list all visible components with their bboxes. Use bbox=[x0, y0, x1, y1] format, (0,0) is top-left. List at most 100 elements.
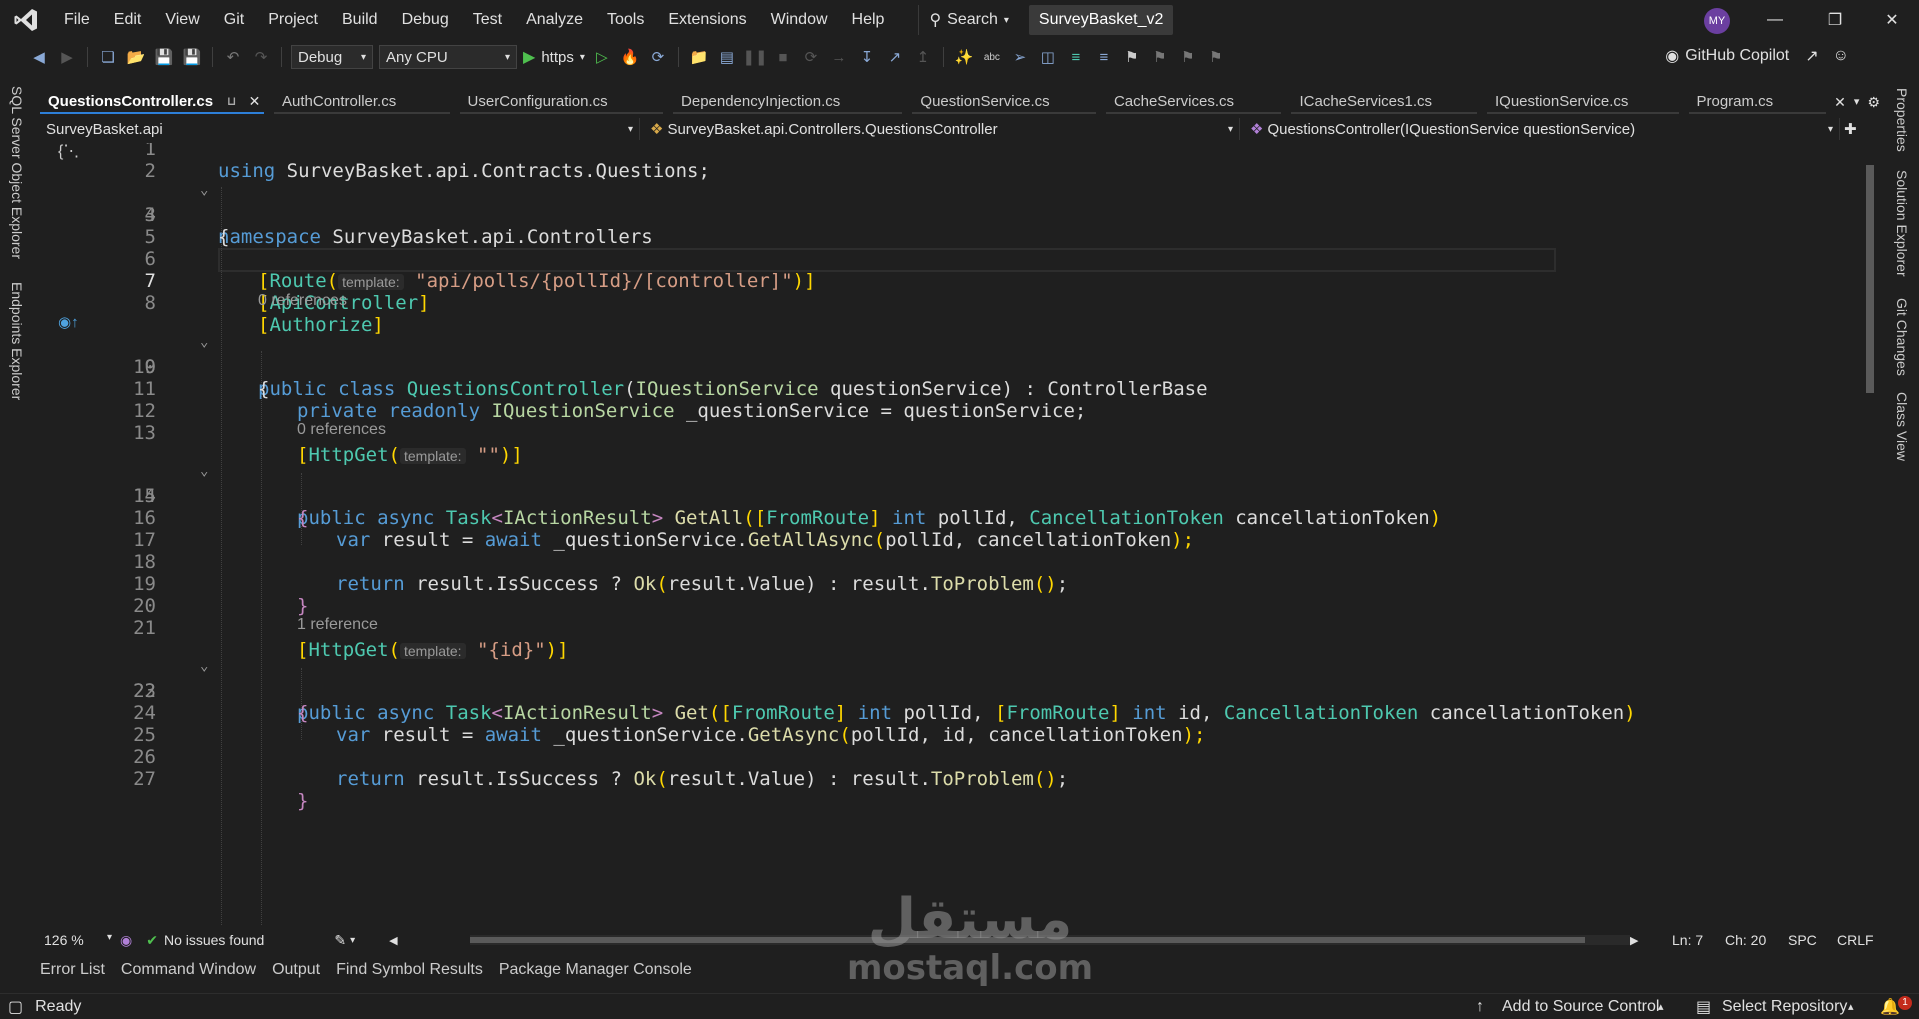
save-icon[interactable]: 💾 bbox=[153, 46, 175, 68]
step-into-icon[interactable]: ↧ bbox=[856, 46, 878, 68]
code-lens-references[interactable]: 1 reference bbox=[297, 616, 378, 636]
navigate-back-icon[interactable]: ◀ bbox=[28, 46, 50, 68]
split-editor-icon[interactable]: ✚ bbox=[1844, 120, 1857, 138]
hot-reload-icon[interactable]: 🔥 bbox=[619, 46, 641, 68]
menu-window[interactable]: Window bbox=[759, 0, 840, 40]
menu-test[interactable]: Test bbox=[461, 0, 514, 40]
close-icon[interactable]: ✕ bbox=[249, 93, 261, 110]
menu-edit[interactable]: Edit bbox=[102, 0, 154, 40]
platform-select[interactable]: Any CPU ▾ bbox=[379, 45, 517, 69]
close-window-button[interactable]: ✕ bbox=[1862, 0, 1919, 40]
step-over-icon[interactable]: → bbox=[828, 46, 850, 68]
indent-indicator[interactable]: SPC bbox=[1788, 932, 1817, 948]
class-view-tab[interactable]: Class View bbox=[1894, 392, 1910, 461]
pin-icon[interactable]: ⊔ bbox=[227, 94, 237, 108]
bookmark-clear-icon[interactable]: ⚑ bbox=[1205, 46, 1227, 68]
refresh-icon[interactable]: ⟳ bbox=[647, 46, 669, 68]
project-dropdown[interactable]: SurveyBasket.api ▾ bbox=[40, 118, 640, 140]
line-ending-indicator[interactable]: CRLF bbox=[1837, 932, 1874, 948]
avatar[interactable]: MY bbox=[1704, 8, 1730, 34]
notifications-icon[interactable]: 🔔 bbox=[1880, 997, 1900, 1017]
add-to-source-control-button[interactable]: Add to Source Control bbox=[1502, 998, 1659, 1016]
bookmark-icon[interactable]: ⚑ bbox=[1121, 46, 1143, 68]
code-lens-references[interactable]: 0 references bbox=[258, 292, 347, 312]
member-dropdown[interactable]: ❖ QuestionsController(IQuestionService qu… bbox=[1240, 118, 1840, 140]
gear-icon[interactable]: ⚙ bbox=[1867, 90, 1880, 114]
spell-check-icon[interactable]: abc bbox=[981, 46, 1003, 68]
restore-button[interactable]: ❐ bbox=[1805, 0, 1865, 40]
zoom-select[interactable]: 126 % ▾ bbox=[40, 932, 112, 948]
menu-debug[interactable]: Debug bbox=[390, 0, 461, 40]
scroll-left-icon[interactable]: ◀ bbox=[389, 934, 397, 947]
select-element-icon[interactable]: ➢ bbox=[1009, 46, 1031, 68]
tab-questions-controller[interactable]: QuestionsController.cs ⊔ ✕ bbox=[40, 90, 264, 114]
pause-icon[interactable]: ❚❚ bbox=[742, 46, 767, 68]
new-project-icon[interactable]: ❏ bbox=[97, 46, 119, 68]
navigate-forward-icon[interactable]: ▶ bbox=[56, 46, 78, 68]
restart-icon[interactable]: ⟳ bbox=[800, 46, 822, 68]
diagnostic-icon[interactable]: ✨ bbox=[953, 46, 975, 68]
select-repository-button[interactable]: Select Repository bbox=[1722, 998, 1847, 1016]
type-dropdown[interactable]: ❖ SurveyBasket.api.Controllers.QuestionsC… bbox=[640, 118, 1240, 140]
find-in-files-icon[interactable]: 📁 bbox=[688, 46, 710, 68]
tab-cache-services[interactable]: CacheServices.cs bbox=[1105, 90, 1282, 114]
tab-command-window[interactable]: Command Window bbox=[115, 961, 262, 979]
properties-tab[interactable]: Properties bbox=[1894, 88, 1910, 152]
menu-file[interactable]: File bbox=[52, 0, 102, 40]
issues-status[interactable]: No issues found bbox=[164, 932, 264, 948]
scrollbar-thumb[interactable] bbox=[1866, 165, 1874, 393]
tab-output[interactable]: Output bbox=[266, 961, 326, 979]
code-lens-references[interactable]: 0 references bbox=[297, 421, 386, 441]
undo-icon[interactable]: ↶ bbox=[222, 46, 244, 68]
tab-iquestion-service[interactable]: IQuestionService.cs bbox=[1487, 90, 1679, 114]
start-without-debugging-icon[interactable]: ▷ bbox=[591, 46, 613, 68]
save-all-icon[interactable]: 💾 bbox=[181, 46, 203, 68]
menu-project[interactable]: Project bbox=[256, 0, 330, 40]
menu-view[interactable]: View bbox=[153, 0, 211, 40]
menu-analyze[interactable]: Analyze bbox=[514, 0, 595, 40]
bookmark-prev-icon[interactable]: ⚑ bbox=[1149, 46, 1171, 68]
stop-icon[interactable]: ■ bbox=[772, 46, 794, 68]
vertical-scrollbar[interactable] bbox=[1862, 143, 1878, 926]
search-box[interactable]: ⚲ Search ▾ bbox=[918, 5, 1018, 35]
menu-build[interactable]: Build bbox=[330, 0, 390, 40]
tab-find-symbol-results[interactable]: Find Symbol Results bbox=[330, 961, 489, 979]
endpoints-explorer-tab[interactable]: Endpoints Explorer bbox=[9, 282, 25, 400]
close-all-tabs-icon[interactable]: ✕ bbox=[1834, 90, 1846, 114]
tab-question-service[interactable]: QuestionService.cs bbox=[912, 90, 1096, 114]
redo-icon[interactable]: ↷ bbox=[250, 46, 272, 68]
tab-error-list[interactable]: Error List bbox=[34, 961, 111, 979]
tab-list-dropdown-icon[interactable]: ▾ bbox=[1854, 90, 1860, 114]
menu-extensions[interactable]: Extensions bbox=[656, 0, 758, 40]
tab-icache-services1[interactable]: ICacheServices1.cs bbox=[1291, 90, 1477, 114]
code-editor[interactable]: {⋱ ◉↑ 1 using SurveyBasket.api.Contracts… bbox=[40, 143, 1878, 926]
compare-icon[interactable]: ◫ bbox=[1037, 46, 1059, 68]
step-up-icon[interactable]: ↥ bbox=[912, 46, 934, 68]
configuration-select[interactable]: Debug ▾ bbox=[291, 45, 373, 69]
start-debugging-button[interactable]: ▶ https ▾ bbox=[523, 47, 585, 67]
menu-help[interactable]: Help bbox=[840, 0, 897, 40]
person-icon[interactable]: ☺ bbox=[1833, 47, 1849, 65]
tab-package-manager-console[interactable]: Package Manager Console bbox=[493, 961, 698, 979]
solution-explorer-tab[interactable]: Solution Explorer bbox=[1894, 170, 1910, 277]
tab-dependency-injection[interactable]: DependencyInjection.cs bbox=[673, 90, 903, 114]
minimize-button[interactable]: — bbox=[1745, 0, 1805, 40]
column-indicator[interactable]: Ch: 20 bbox=[1725, 932, 1766, 948]
tab-auth-controller[interactable]: AuthController.cs bbox=[274, 90, 450, 114]
line-indicator[interactable]: Ln: 7 bbox=[1672, 932, 1703, 948]
scroll-right-icon[interactable]: ▶ bbox=[1630, 934, 1638, 947]
solution-title[interactable]: SurveyBasket_v2 bbox=[1028, 5, 1174, 35]
open-folder-icon[interactable]: 📂 bbox=[125, 46, 147, 68]
layout-icon[interactable]: ▤ bbox=[716, 46, 738, 68]
output-icon[interactable]: ▢ bbox=[8, 997, 23, 1017]
menu-git[interactable]: Git bbox=[212, 0, 256, 40]
tab-program[interactable]: Program.cs bbox=[1688, 90, 1827, 114]
menu-tools[interactable]: Tools bbox=[595, 0, 656, 40]
visual-studio-logo-icon[interactable] bbox=[0, 0, 52, 40]
sql-server-object-explorer-tab[interactable]: SQL Server Object Explorer bbox=[9, 86, 25, 259]
git-changes-tab[interactable]: Git Changes bbox=[1894, 298, 1910, 376]
brush-icon[interactable]: ✎ bbox=[334, 932, 346, 949]
github-copilot-button[interactable]: ◉ GitHub Copilot ↗ ☺ bbox=[1665, 46, 1849, 66]
tab-user-configuration[interactable]: UserConfiguration.cs bbox=[459, 90, 664, 114]
indent-icon[interactable]: ≡ bbox=[1065, 46, 1087, 68]
